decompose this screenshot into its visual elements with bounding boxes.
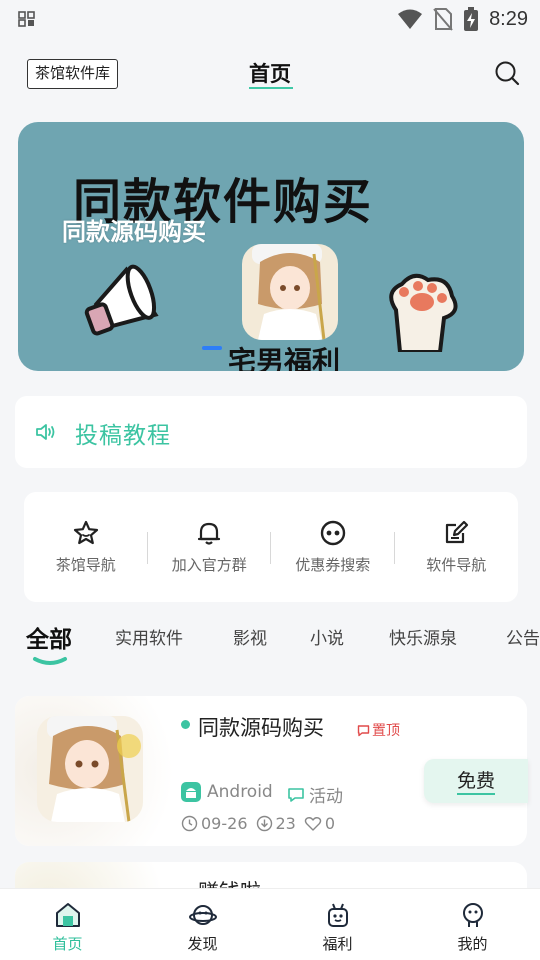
tab-video[interactable]: 影视: [233, 624, 267, 649]
download-count: 23: [275, 814, 296, 833]
quick-nav-software[interactable]: 软件导航: [395, 492, 519, 602]
tab-utility-software[interactable]: 实用软件: [115, 624, 183, 649]
pinned-badge: 置顶: [357, 720, 400, 740]
planet-icon: [188, 905, 217, 925]
quick-nav-label: 优惠券搜索: [295, 556, 371, 574]
quick-nav-join-group[interactable]: 加入官方群: [148, 492, 272, 602]
message-icon: [288, 787, 304, 802]
quick-nav-label: 软件导航: [426, 556, 487, 574]
like-count: 0: [324, 814, 336, 833]
tab-novel[interactable]: 小说: [310, 624, 344, 649]
tab-announcement[interactable]: 公告: [506, 624, 540, 649]
clock: 8:29: [489, 7, 528, 30]
gift-robot-icon: [327, 903, 348, 927]
home-icon: [55, 903, 80, 927]
category-tabs: 全部 实用软件 影视 小说 快乐源泉 公告: [0, 612, 540, 672]
heart-icon: [304, 816, 322, 831]
chat-bubble-icon: [357, 724, 370, 736]
active-tab-indicator: [33, 657, 67, 665]
banner-avatar-image: [242, 244, 338, 340]
battery-charging-icon: [464, 7, 479, 31]
page-title: 首页: [249, 62, 291, 86]
nav-label: 福利: [322, 935, 353, 953]
nav-label: 首页: [52, 935, 83, 953]
bottom-nav: 首页 发现 福利 我的: [0, 888, 540, 960]
nav-welfare[interactable]: 福利: [270, 889, 405, 960]
platform-tag: Android: [181, 782, 273, 802]
banner-caption: 同款源码购买: [62, 218, 206, 246]
divider: [270, 532, 271, 564]
status-bar: 8:29: [0, 0, 540, 38]
activity-label: 活动: [309, 787, 343, 807]
promo-banner[interactable]: 同款软件购买 同款源码购买 宅男福利: [18, 122, 524, 371]
download-icon: [256, 815, 272, 832]
megaphone-icon: [84, 264, 159, 336]
nav-label: 我的: [457, 935, 488, 953]
banner-subtext: 宅男福利: [228, 345, 341, 371]
quick-nav-label: 加入官方群: [171, 556, 247, 574]
quick-nav: 茶馆导航 加入官方群 优惠券搜索 软件导航: [24, 492, 518, 602]
paw-icon: [389, 273, 458, 352]
bell-icon: [198, 522, 221, 545]
title-underline: [249, 87, 293, 89]
free-button[interactable]: 免费: [424, 759, 528, 803]
nav-home[interactable]: 首页: [0, 889, 135, 960]
platform-label: Android: [207, 782, 273, 802]
notice-text: 投稿教程: [75, 423, 171, 449]
notice-card[interactable]: 投稿教程: [15, 396, 527, 468]
banner-page-indicator: [202, 346, 222, 350]
quick-nav-teahouse[interactable]: 茶馆导航: [24, 492, 148, 602]
activity-tag: 活动: [287, 782, 343, 807]
face-icon: [320, 520, 345, 546]
item-meta: 09-26 23 0: [181, 814, 335, 833]
tab-fun[interactable]: 快乐源泉: [389, 624, 457, 649]
item-title: 同款源码购买: [198, 716, 324, 740]
search-icon[interactable]: [494, 60, 520, 86]
divider: [394, 532, 395, 564]
clock-icon: [181, 815, 198, 832]
star-icon: [73, 520, 98, 545]
app-grid-icon: [18, 11, 35, 27]
quick-nav-coupon-search[interactable]: 优惠券搜索: [271, 492, 395, 602]
item-date: 09-26: [201, 814, 248, 833]
pinned-label: 置顶: [372, 723, 400, 739]
free-button-label: 免费: [456, 770, 495, 795]
app-thumbnail: [37, 716, 143, 822]
speaker-icon: [36, 424, 55, 440]
no-sim-icon: [433, 8, 453, 31]
quick-nav-label: 茶馆导航: [55, 556, 116, 574]
edit-icon: [446, 520, 469, 544]
divider: [147, 532, 148, 564]
app-header: 茶馆软件库 首页: [0, 46, 540, 102]
person-icon: [462, 903, 483, 927]
nav-profile[interactable]: 我的: [405, 889, 540, 960]
android-icon: [181, 782, 201, 802]
wifi-icon: [398, 9, 423, 29]
tab-all[interactable]: 全部: [26, 620, 72, 654]
status-dot: [181, 720, 190, 729]
nav-discover[interactable]: 发现: [135, 889, 270, 960]
nav-label: 发现: [187, 935, 218, 953]
